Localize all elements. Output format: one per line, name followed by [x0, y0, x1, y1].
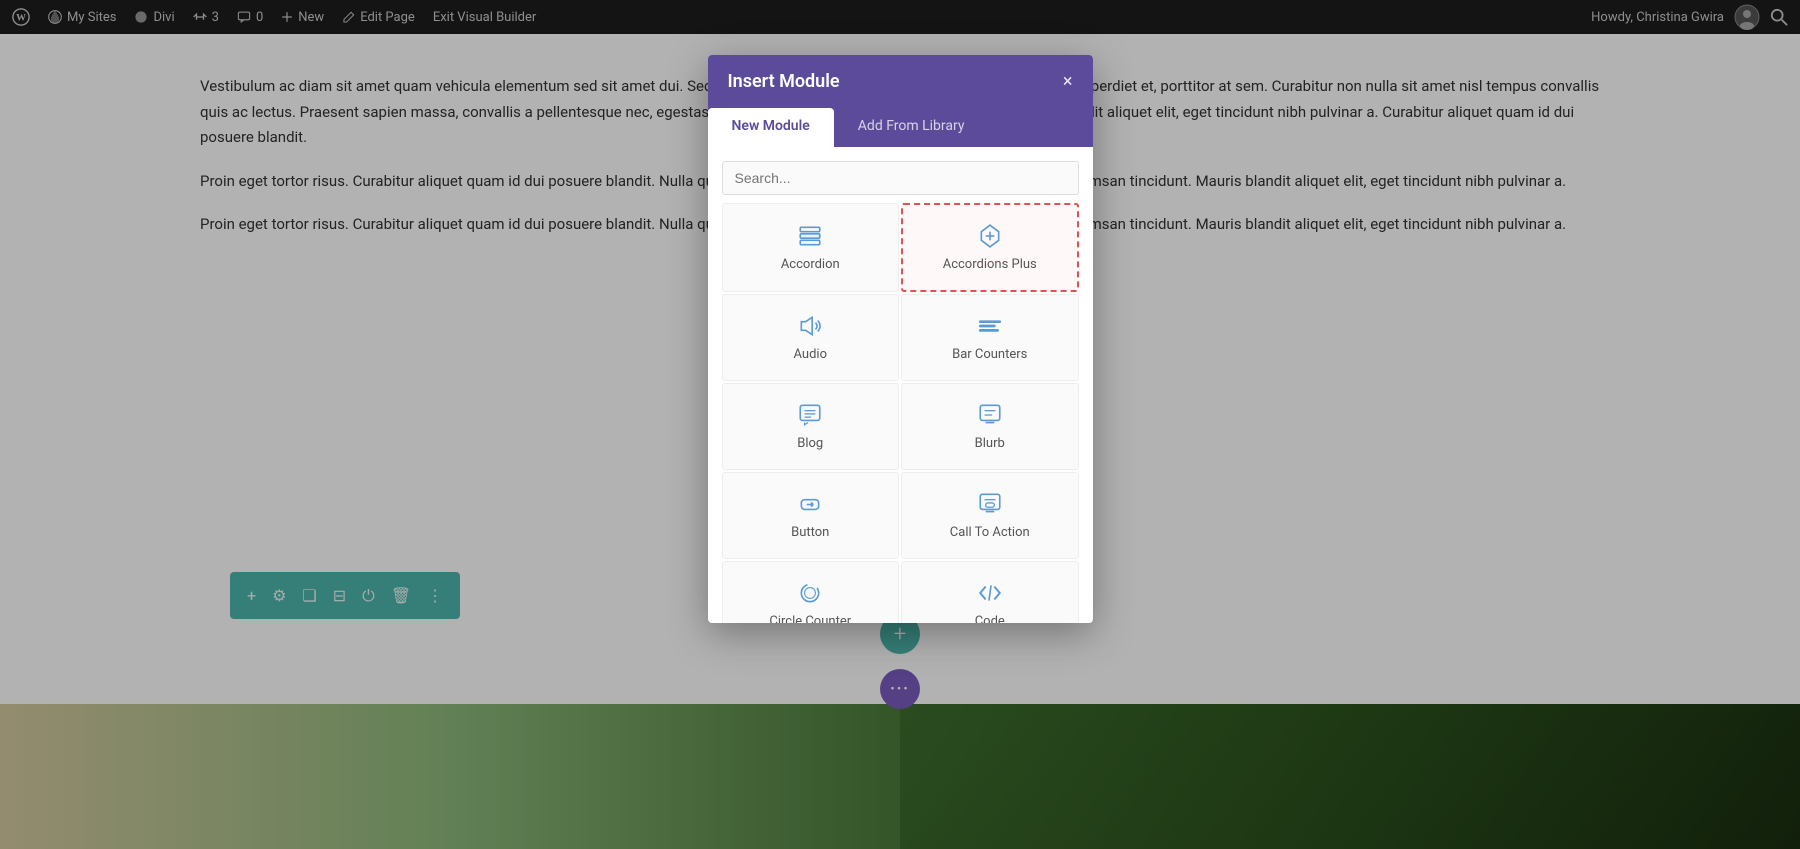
- tab-add-from-library[interactable]: Add From Library: [834, 108, 989, 147]
- circle-counter-label: Circle Counter: [769, 614, 851, 623]
- audio-icon: [797, 313, 823, 339]
- code-icon: [977, 580, 1003, 606]
- button-icon: [797, 491, 823, 517]
- tab-new-module[interactable]: New Module: [708, 108, 834, 147]
- module-audio[interactable]: Audio: [722, 294, 900, 381]
- module-accordion[interactable]: Accordion: [722, 203, 900, 292]
- accordion-icon: [797, 223, 823, 249]
- blurb-icon: [977, 402, 1003, 428]
- audio-label: Audio: [794, 347, 827, 362]
- module-code[interactable]: Code: [901, 561, 1079, 623]
- call-to-action-label: Call To Action: [950, 525, 1030, 540]
- insert-module-modal: Insert Module × New Module Add From Libr…: [708, 55, 1093, 623]
- modal-title: Insert Module: [728, 71, 840, 92]
- blog-label: Blog: [797, 436, 823, 451]
- module-blurb[interactable]: Blurb: [901, 383, 1079, 470]
- module-button[interactable]: Button: [722, 472, 900, 559]
- module-blog[interactable]: Blog: [722, 383, 900, 470]
- modal-close-button[interactable]: ×: [1063, 73, 1073, 91]
- modal-overlay: Insert Module × New Module Add From Libr…: [0, 0, 1800, 849]
- accordions-plus-icon: [977, 223, 1003, 249]
- blog-icon: [797, 402, 823, 428]
- modal-header: Insert Module ×: [708, 55, 1093, 108]
- bar-counters-icon: [977, 313, 1003, 339]
- bar-counters-label: Bar Counters: [952, 347, 1027, 362]
- blurb-label: Blurb: [975, 436, 1005, 451]
- modal-tabs: New Module Add From Library: [708, 108, 1093, 147]
- circle-counter-icon: [797, 580, 823, 606]
- module-search-container: [708, 147, 1093, 203]
- accordions-plus-label: Accordions Plus: [943, 257, 1037, 272]
- accordion-label: Accordion: [781, 257, 840, 272]
- code-label: Code: [975, 614, 1005, 623]
- module-search-input[interactable]: [722, 161, 1079, 195]
- button-label: Button: [791, 525, 829, 540]
- call-to-action-icon: [977, 491, 1003, 517]
- module-bar-counters[interactable]: Bar Counters: [901, 294, 1079, 381]
- module-grid: Accordion Accordions Plus Audio: [708, 203, 1093, 623]
- module-call-to-action[interactable]: Call To Action: [901, 472, 1079, 559]
- module-accordions-plus[interactable]: Accordions Plus: [901, 203, 1079, 292]
- module-circle-counter[interactable]: Circle Counter: [722, 561, 900, 623]
